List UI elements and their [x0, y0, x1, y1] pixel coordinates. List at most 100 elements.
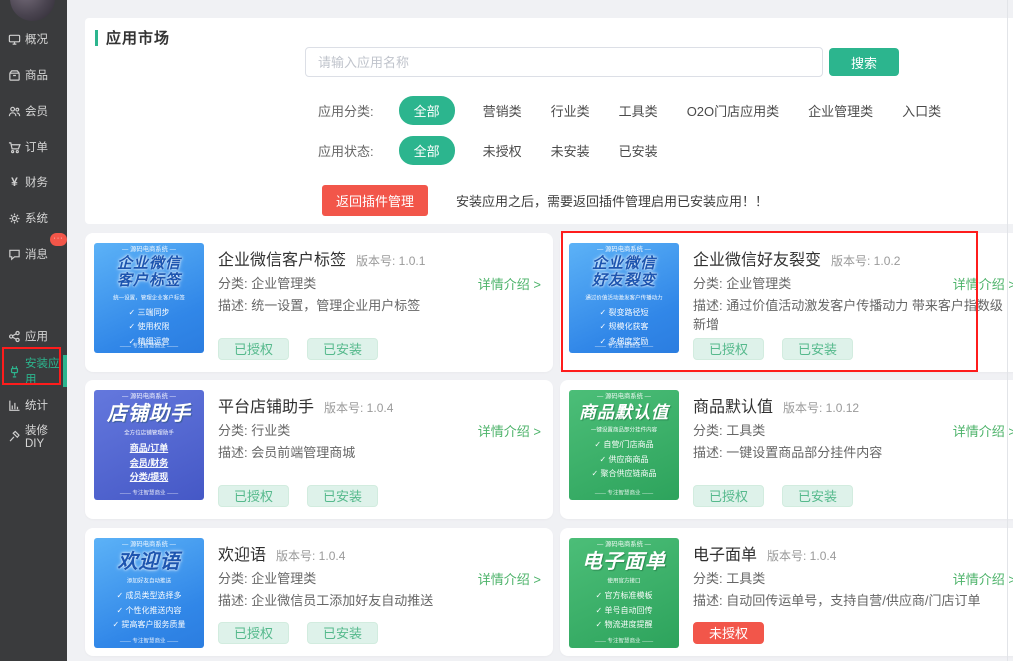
notice-text: 安装应用之后，需要返回插件管理启用已安装应用！！: [456, 191, 768, 210]
category-option-1[interactable]: 行业类: [551, 104, 590, 119]
app-card-3: — 源码电商系统 —店铺助手全方位店铺管理助手商品/订单会员/财务分类/提现——…: [85, 380, 553, 519]
thumb-bottom-label: —— 专注智慧商业 ——: [577, 341, 671, 350]
app-description: 描述: 企业微信员工添加好友自动推送: [218, 590, 539, 609]
sidebar-item-6[interactable]: 系统: [0, 206, 67, 230]
sidebar-item-label: 安装应用: [25, 355, 67, 387]
thumb-tagline: 通过价值活动激发客户传播动力: [577, 292, 671, 301]
search-button[interactable]: 搜索: [829, 48, 899, 76]
title-accent-bar: [95, 30, 98, 46]
app-version: 版本号: 1.0.4: [276, 547, 345, 564]
status-tag-已安装[interactable]: 已安装: [307, 485, 378, 507]
detail-link[interactable]: 详情介绍 >: [478, 569, 541, 588]
app-title: 企业微信客户标签: [218, 246, 346, 270]
status-tag-已授权[interactable]: 已授权: [693, 485, 764, 507]
status-tag-已授权[interactable]: 已授权: [218, 485, 289, 507]
app-category: 分类: 企业管理类: [218, 568, 316, 587]
orders-icon: [8, 141, 21, 154]
thumb-bottom-label: —— 专注智慧商业 ——: [577, 636, 671, 645]
status-tag-已安装[interactable]: 已安装: [307, 622, 378, 644]
status-tag-已安装[interactable]: 已安装: [782, 338, 853, 360]
detail-link[interactable]: 详情介绍 >: [953, 274, 1013, 293]
status-tag-已授权[interactable]: 已授权: [218, 338, 289, 360]
app-title: 电子面单: [693, 541, 757, 565]
app-category: 分类: 行业类: [218, 420, 290, 439]
category-option-5[interactable]: 入口类: [902, 104, 941, 119]
status-filter-selected[interactable]: 全部: [399, 136, 455, 165]
sidebar-item-2[interactable]: 商品: [0, 63, 67, 87]
overview-icon: [8, 33, 21, 46]
thumb-bottom-label: —— 专注智慧商业 ——: [577, 488, 671, 497]
app-thumbnail: — 源码电商系统 —电子面单使用官方接口✓ 官方标准模板✓ 单号自动回传✓ 物流…: [569, 538, 679, 648]
page-title: 应用市场: [106, 27, 170, 48]
return-plugin-manage-button[interactable]: 返回插件管理: [322, 185, 428, 216]
app-version: 版本号: 1.0.4: [324, 399, 393, 416]
status-option-0[interactable]: 未授权: [483, 144, 522, 159]
detail-link[interactable]: 详情介绍 >: [478, 421, 541, 440]
category-filter-row: 应用分类: 全部 营销类 行业类 工具类 O2O门店应用类 企业管理类 入口类: [318, 96, 970, 125]
right-edge-divider: [1007, 0, 1008, 661]
stats-icon: [8, 399, 21, 412]
thumb-tagline: 使用官方接口: [577, 576, 671, 585]
app-card-2: — 源码电商系统 —企业微信好友裂变通过价值活动激发客户传播动力✓ 裂变路径短✓…: [560, 233, 1013, 372]
app-status-tags: 未授权: [693, 622, 782, 644]
app-card-4: — 源码电商系统 —商品默认值一键设置商品部分挂件内容✓ 自营/门店商品✓ 供应…: [560, 380, 1013, 519]
sidebar-item-label: 商品: [25, 67, 48, 83]
thumb-title: 电子面单: [569, 551, 679, 573]
status-tag-已安装[interactable]: 已安装: [307, 338, 378, 360]
category-option-2[interactable]: 工具类: [619, 104, 658, 119]
filter-panel: 应用市场 搜索 应用分类: 全部 营销类 行业类 工具类 O2O门店应用类 企业管理类 入…: [85, 18, 1013, 224]
thumb-bullets: ✓ 成员类型选择多✓ 个性化推送内容✓ 提高客户服务质量: [94, 589, 204, 633]
sidebar-item-label: 统计: [25, 397, 48, 413]
app-status-tags: 已授权已安装: [218, 485, 396, 507]
sidebar-item-11[interactable]: 装修DIY: [0, 424, 67, 448]
app-status-tags: 已授权已安装: [693, 338, 871, 360]
app-description: 描述: 会员前端管理商城: [218, 442, 539, 461]
app-status-tags: 已授权已安装: [693, 485, 871, 507]
category-option-4[interactable]: 企业管理类: [808, 104, 873, 119]
user-avatar[interactable]: [10, 0, 55, 21]
thumb-title: 商品默认值: [569, 403, 679, 422]
thumb-top-label: — 源码电商系统 —: [100, 539, 199, 551]
category-filter-selected[interactable]: 全部: [399, 96, 455, 125]
status-option-2[interactable]: 已安装: [619, 144, 658, 159]
thumb-top-label: — 源码电商系统 —: [575, 244, 674, 256]
sidebar: 概况商品会员订单 ¥财务系统消息··· 应用安装应用统计装修DIY: [0, 0, 67, 661]
status-tag-未授权[interactable]: 未授权: [693, 622, 764, 644]
app-category: 分类: 工具类: [693, 420, 765, 439]
app-thumbnail: — 源码电商系统 —店铺助手全方位店铺管理助手商品/订单会员/财务分类/提现——…: [94, 390, 204, 500]
sidebar-item-label: 订单: [25, 139, 48, 155]
detail-link[interactable]: 详情介绍 >: [478, 274, 541, 293]
search-input[interactable]: [305, 47, 823, 77]
goods-icon: [8, 69, 21, 82]
sidebar-item-1[interactable]: 概况: [0, 27, 67, 51]
sidebar-item-4[interactable]: 订单: [0, 135, 67, 159]
members-icon: [8, 105, 21, 118]
app-title: 企业微信好友裂变: [693, 246, 821, 270]
app-description: 描述: 自动回传运单号，支持自营/供应商/门店订单: [693, 590, 1013, 609]
sidebar-item-7[interactable]: 消息···: [0, 242, 67, 266]
status-tag-已授权[interactable]: 已授权: [218, 622, 289, 644]
system-icon: [8, 212, 21, 225]
sidebar-item-label: 装修DIY: [25, 422, 67, 450]
category-filter-label: 应用分类:: [318, 101, 374, 120]
sidebar-item-3[interactable]: 会员: [0, 99, 67, 123]
category-option-0[interactable]: 营销类: [483, 104, 522, 119]
status-tag-已授权[interactable]: 已授权: [693, 338, 764, 360]
category-option-3[interactable]: O2O门店应用类: [687, 104, 779, 119]
status-option-1[interactable]: 未安装: [551, 144, 590, 159]
app-version: 版本号: 1.0.12: [783, 399, 859, 416]
app-card-6: — 源码电商系统 —电子面单使用官方接口✓ 官方标准模板✓ 单号自动回传✓ 物流…: [560, 528, 1013, 656]
sidebar-item-5[interactable]: ¥财务: [0, 170, 67, 194]
sidebar-item-label: 应用: [25, 328, 48, 344]
thumb-tagline: 全方位店铺管理助手: [102, 428, 196, 437]
status-tag-已安装[interactable]: 已安装: [782, 485, 853, 507]
detail-link[interactable]: 详情介绍 >: [953, 569, 1013, 588]
sidebar-item-9[interactable]: 安装应用: [0, 359, 67, 383]
messages-icon: [8, 248, 21, 261]
sidebar-item-8[interactable]: 应用: [0, 324, 67, 348]
sidebar-item-10[interactable]: 统计: [0, 393, 67, 417]
thumb-tagline: 统一设置，管理企业客户标签: [102, 292, 196, 301]
app-card-1: — 源码电商系统 —企业微信客户标签统一设置，管理企业客户标签✓ 三端同步✓ 使…: [85, 233, 553, 372]
detail-link[interactable]: 详情介绍 >: [953, 421, 1013, 440]
app-root: 概况商品会员订单 ¥财务系统消息··· 应用安装应用统计装修DIY 应用市场 搜索 …: [0, 0, 1013, 661]
